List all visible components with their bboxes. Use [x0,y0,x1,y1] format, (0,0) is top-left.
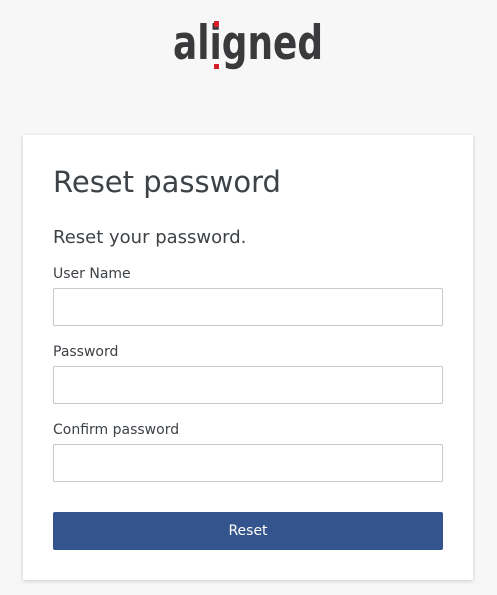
reset-password-card: Reset password Reset your password. User… [23,135,473,580]
page-title: Reset password [53,165,281,199]
username-input[interactable] [53,288,443,326]
reset-button[interactable]: Reset [53,512,443,550]
aligned-logo: aligned [173,12,325,72]
svg-text:aligned: aligned [173,16,323,71]
confirm-password-label: Confirm password [53,422,180,438]
password-input[interactable] [53,366,443,404]
confirm-password-input[interactable] [53,444,443,482]
username-label: User Name [53,266,131,282]
page-subtitle: Reset your password. [53,227,247,248]
password-label: Password [53,344,119,360]
